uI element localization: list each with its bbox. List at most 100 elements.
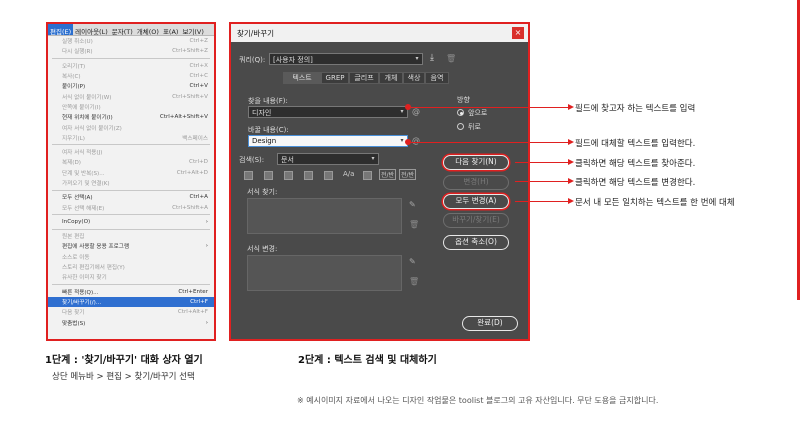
menu-item-shortcut: Ctrl+Enter xyxy=(178,288,208,295)
change-button[interactable]: 변경(H) xyxy=(443,175,509,190)
menu-item-shortcut: Ctrl+D xyxy=(189,159,208,166)
menu-item-label: 모두 선택(A) xyxy=(62,195,93,202)
menu-item-shortcut: Ctrl+Alt+Shift+V xyxy=(159,114,208,121)
special-char-icon[interactable]: @ xyxy=(412,107,421,116)
hint-find-next: 클릭하면 해당 텍스트를 찾아준다. xyxy=(575,159,696,169)
done-button[interactable]: 완료(D) xyxy=(462,316,518,331)
whole-word-icon[interactable] xyxy=(363,171,372,180)
menu-item[interactable]: 지우기(L) 백스페이스 xyxy=(48,133,214,143)
chevron-down-icon: ▾ xyxy=(415,55,419,62)
menu-item[interactable]: 다시 실행(R) Ctrl+Shift+Z xyxy=(48,46,214,56)
clear-format-icon[interactable]: 🗑 xyxy=(409,220,419,229)
menu-item[interactable]: 모두 선택 해제(E) Ctrl+Shift+A xyxy=(48,202,214,212)
find-label: 찾을 내용(F): xyxy=(248,97,288,105)
tab-glyph[interactable]: 글리프 xyxy=(349,72,379,84)
menu-item-label: 가져오기 및 연결(K) xyxy=(62,181,110,187)
find-field[interactable]: 디자인 ▾ xyxy=(248,106,408,118)
menu-item[interactable]: InCopy(O) › xyxy=(48,217,214,227)
tab-text[interactable]: 텍스트 xyxy=(283,72,321,84)
menu-item-label: 다시 실행(R) xyxy=(62,49,93,56)
menu-item[interactable]: 편집에 사용할 응용 프로그램 › xyxy=(48,241,214,251)
menu-item-label: 모두 선택 해제(E) xyxy=(62,205,105,212)
direction-backward-radio[interactable] xyxy=(457,123,464,130)
pointer-arrow xyxy=(515,180,569,182)
menu-item[interactable]: 오리기(T) Ctrl+X xyxy=(48,61,214,71)
menu-item[interactable]: 원본 편집 xyxy=(48,231,214,241)
menu-item[interactable]: 유사한 이미지 찾기 xyxy=(48,272,214,282)
menu-separator xyxy=(52,228,210,230)
menu-item[interactable]: 다음 찾기 Ctrl+Alt+F xyxy=(48,307,214,317)
menu-item[interactable]: 서식 없이 붙이기(W) Ctrl+Shift+V xyxy=(48,91,214,101)
width-sensitive-icon[interactable]: 전/반 xyxy=(379,169,397,180)
find-format-box[interactable] xyxy=(247,198,402,234)
menu-item-label: 복제(D) xyxy=(62,160,81,167)
locked-stories-icon[interactable] xyxy=(264,171,273,180)
menu-item[interactable]: 실행 취소(U) Ctrl+Z xyxy=(48,36,214,46)
menu-item[interactable]: 여자 서식 없이 붙이기(Z) xyxy=(48,122,214,132)
case-sensitive-icon[interactable]: A/a xyxy=(343,170,354,178)
change-format-box[interactable] xyxy=(247,255,402,291)
direction-backward-label: 뒤로 xyxy=(468,123,481,131)
format-icon[interactable]: ✎ xyxy=(409,200,418,209)
menu-item[interactable]: 빠른 적용(Q)... Ctrl+Enter xyxy=(48,287,214,297)
menu-view[interactable]: 보기(V) xyxy=(180,24,205,36)
menu-item-shortcut: Ctrl+Alt+D xyxy=(176,169,208,176)
menu-object[interactable]: 개체(O) xyxy=(135,24,161,36)
search-label: 검색(S): xyxy=(239,156,265,164)
hint-change-all: 문서 내 모든 일치하는 텍스트를 한 번에 대체 xyxy=(575,198,735,208)
master-pages-icon[interactable] xyxy=(304,171,313,180)
menu-edit[interactable]: 편집(E) xyxy=(48,24,74,36)
change-format-label: 서식 변경: xyxy=(247,245,278,253)
menu-item-label: 다음 찾기 xyxy=(62,310,85,317)
tab-object[interactable]: 개체 xyxy=(379,72,403,84)
query-select[interactable]: [사용자 정의] ▾ xyxy=(269,53,423,65)
menu-table[interactable]: 표(A) xyxy=(161,24,181,36)
menu-item-label: 원본 편집 xyxy=(62,234,85,241)
tab-grep[interactable]: GREP xyxy=(321,72,349,84)
step1-title: 1단계 : '찾기/바꾸기' 대화 상자 열기 xyxy=(45,355,203,366)
find-next-button[interactable]: 다음 찾기(N) xyxy=(443,155,509,170)
menu-item[interactable]: 현재 위치에 붙이기(I) Ctrl+Alt+Shift+V xyxy=(48,112,214,122)
menu-item[interactable]: 스토리 편집기에서 편집(Y) xyxy=(48,262,214,272)
step2-title: 2단계 : 텍스트 검색 및 대체하기 xyxy=(298,355,437,366)
menu-item[interactable]: 모두 선택(A) Ctrl+A xyxy=(48,192,214,202)
direction-forward-radio[interactable] xyxy=(457,109,464,116)
save-query-icon[interactable]: ⤓ xyxy=(430,54,440,63)
delete-query-icon[interactable]: 🗑 xyxy=(446,54,456,63)
menu-item-shortcut: Ctrl+Shift+Z xyxy=(172,48,208,55)
menu-item-label: 빠른 적용(Q)... xyxy=(62,289,99,296)
change-all-button[interactable]: 모두 변경(A) xyxy=(443,194,509,209)
close-button[interactable]: × xyxy=(512,27,524,39)
menu-item[interactable]: 안쪽에 붙이기(I) xyxy=(48,102,214,112)
menu-item[interactable]: 가져오기 및 연결(K) xyxy=(48,178,214,188)
menu-item[interactable]: 맞춤법(S) › xyxy=(48,317,214,327)
search-value: 문서 xyxy=(281,156,294,164)
menu-item-shortcut: Ctrl+F xyxy=(190,298,208,305)
fewer-options-button[interactable]: 옵션 축소(O) xyxy=(443,235,509,250)
clear-format-icon[interactable]: 🗑 xyxy=(409,277,419,286)
hidden-layers-icon[interactable] xyxy=(284,171,293,180)
menu-separator xyxy=(52,214,210,216)
tab-color[interactable]: 색상 xyxy=(403,72,425,84)
menu-item[interactable]: 붙이기(P) Ctrl+V xyxy=(48,81,214,91)
menu-item[interactable]: 복제(D) Ctrl+D xyxy=(48,157,214,167)
menu-item[interactable]: 소스로 이동 xyxy=(48,252,214,262)
format-icon[interactable]: ✎ xyxy=(409,257,418,266)
change-find-button[interactable]: 바꾸기/찾기(E) xyxy=(443,213,509,228)
tab-transliterate[interactable]: 음역 xyxy=(425,72,449,84)
locked-layers-icon[interactable] xyxy=(244,171,253,180)
search-select[interactable]: 문서 ▾ xyxy=(277,153,379,165)
kana-sensitive-icon[interactable]: 전/반 xyxy=(399,169,417,180)
replace-field[interactable]: Design ▾ xyxy=(248,135,408,147)
footnotes-icon[interactable] xyxy=(324,171,333,180)
pointer-arrow xyxy=(515,161,569,163)
menu-item-label: 안쪽에 붙이기(I) xyxy=(62,104,101,111)
menu-item[interactable]: 여자 서식 적용(J) xyxy=(48,147,214,157)
menu-item[interactable]: 복사(C) Ctrl+C xyxy=(48,71,214,81)
menu-item-shortcut: Ctrl+Shift+V xyxy=(172,93,208,100)
menu-item[interactable]: 찾기/바꾸기(/)... Ctrl+F xyxy=(48,296,214,308)
menu-type[interactable]: 문자(T) xyxy=(110,24,135,36)
menu-item[interactable]: 단계 및 반복(S)... Ctrl+Alt+D xyxy=(48,168,214,178)
special-char-icon[interactable]: @ xyxy=(412,136,421,145)
menu-layout[interactable]: 레이아웃(L) xyxy=(73,24,110,36)
